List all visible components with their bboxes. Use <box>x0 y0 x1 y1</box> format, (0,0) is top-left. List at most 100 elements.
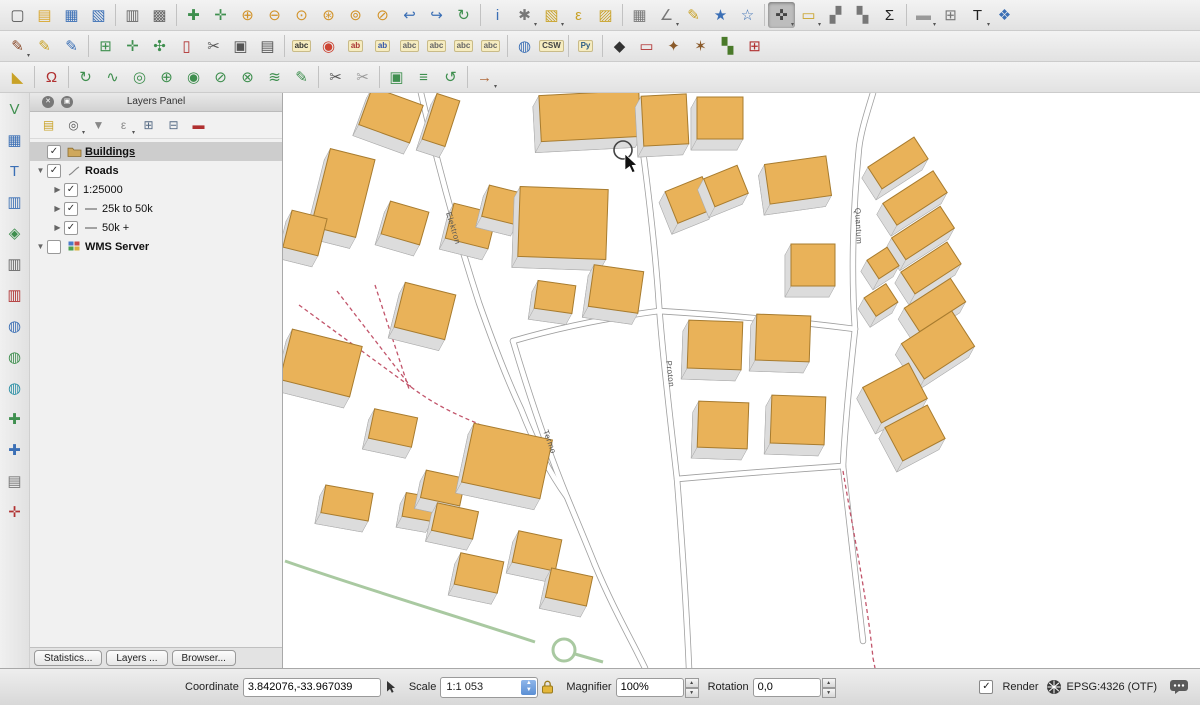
add-raster-grid-icon[interactable]: ⊞ <box>741 33 768 59</box>
simplify-feature-icon[interactable]: ∿ <box>99 64 126 90</box>
add-oracle-layer-icon[interactable]: ▥ <box>2 283 28 307</box>
deselect-all-icon[interactable]: ▨ <box>592 2 619 28</box>
csw-catalog-icon[interactable]: CSW <box>538 33 565 59</box>
expand-arrow-icon[interactable]: ▼ <box>34 242 47 251</box>
collapse-all-icon[interactable]: ⊟ <box>161 114 186 136</box>
reshape-features-icon[interactable]: ✎ <box>288 64 315 90</box>
merge-attributes-icon[interactable]: ≡ <box>410 64 437 90</box>
expand-arrow-icon[interactable]: ▼ <box>34 166 47 175</box>
crs-label[interactable]: EPSG:4326 (OTF) <box>1067 681 1157 693</box>
coordinate-input[interactable] <box>243 678 381 697</box>
zoom-out-icon[interactable]: ⊖ <box>261 2 288 28</box>
add-wcs-layer-icon[interactable]: ◍ <box>2 345 28 369</box>
new-bookmark-icon[interactable]: ★ <box>707 2 734 28</box>
layer-item-wms-server[interactable]: ▼WMS Server <box>30 237 282 256</box>
rotate-point-symbols-icon[interactable]: ↺ <box>437 64 464 90</box>
layer-item-25k-to-50k[interactable]: ▶✓25k to 50k <box>30 199 282 218</box>
delete-part-icon[interactable]: ⊗ <box>234 64 261 90</box>
snapping-options-icon[interactable]: Ω <box>38 64 65 90</box>
annotation-icon[interactable]: ▭▾ <box>795 2 822 28</box>
cut-features-icon[interactable]: ✂ <box>200 33 227 59</box>
magnifier-spinbox[interactable]: ▲▼ <box>616 678 699 697</box>
metasearch-globe-icon[interactable]: ◍ <box>511 33 538 59</box>
open-attribute-table-icon[interactable]: ▦ <box>626 2 653 28</box>
delete-ring-icon[interactable]: ⊘ <box>207 64 234 90</box>
scale-combobox[interactable]: 1:1 053 ▲▼ <box>440 677 538 698</box>
add-wfs-layer-icon[interactable]: ◍ <box>2 376 28 400</box>
fill-ring-icon[interactable]: ◉ <box>180 64 207 90</box>
layer-checkbox[interactable]: ✓ <box>64 183 78 197</box>
refresh-map-icon[interactable]: ↻ <box>450 2 477 28</box>
label-toolbar-extra-icon[interactable]: abc <box>477 33 504 59</box>
zoom-last-icon[interactable]: ↩ <box>396 2 423 28</box>
combo-arrows-icon[interactable]: ▲▼ <box>521 680 536 695</box>
add-mssql-layer-icon[interactable]: ▥ <box>2 252 28 276</box>
rotation-spinbox[interactable]: ▲▼ <box>753 678 836 697</box>
layer-checkbox[interactable]: ✓ <box>64 202 78 216</box>
layer-item-1-25000[interactable]: ▶✓1:25000 <box>30 180 282 199</box>
add-virtual-layer-icon[interactable]: ▤ <box>2 469 28 493</box>
grid-toolbar-icon[interactable]: ⊞ <box>937 2 964 28</box>
add-ring-icon[interactable]: ◎ <box>126 64 153 90</box>
label-show-hide-icon[interactable]: ab <box>369 33 396 59</box>
offset-curve-icon[interactable]: ≋ <box>261 64 288 90</box>
raster-tool-icon[interactable]: ▚ <box>714 33 741 59</box>
expand-arrow-icon[interactable]: ▶ <box>51 223 64 232</box>
new-project-icon[interactable]: ▢ <box>4 2 31 28</box>
touch-zoom-pan-icon[interactable]: ✜▾ <box>768 2 795 28</box>
add-part-icon[interactable]: ⊕ <box>153 64 180 90</box>
enable-advanced-digitizing-icon[interactable]: ◣ <box>4 64 31 90</box>
split-parts-icon[interactable]: ✂ <box>349 64 376 90</box>
scale-lock-icon[interactable] <box>541 680 554 694</box>
identify-features-icon[interactable]: i <box>484 2 511 28</box>
add-spatialite-layer-icon[interactable]: ◈ <box>2 221 28 245</box>
delete-selected-icon[interactable]: ▯ <box>173 33 200 59</box>
python-console-icon[interactable]: Py <box>572 33 599 59</box>
rotation-input[interactable] <box>753 678 821 697</box>
zoom-to-layer-icon[interactable]: ⊘ <box>369 2 396 28</box>
log-messages-icon[interactable] <box>1169 679 1189 695</box>
open-project-icon[interactable]: ▤ <box>31 2 58 28</box>
rotation-steppers[interactable]: ▲▼ <box>822 678 836 697</box>
layer-item-50k[interactable]: ▶✓50k + <box>30 218 282 237</box>
label-change-properties-icon[interactable]: abc <box>450 33 477 59</box>
magic-wand-icon[interactable]: ✶ <box>687 33 714 59</box>
paste-features-icon[interactable]: ▤ <box>254 33 281 59</box>
map-tips-icon[interactable]: ✎ <box>680 2 707 28</box>
dropdown-arrow-icon[interactable]: ▾ <box>676 21 679 28</box>
dropdown-arrow-icon[interactable]: ▾ <box>132 129 135 136</box>
labeling-icon[interactable]: abc <box>288 33 315 59</box>
filter-by-expression-icon[interactable]: ε▾ <box>111 114 136 136</box>
dropdown-arrow-icon[interactable]: ▾ <box>534 21 537 28</box>
dropdown-arrow-icon[interactable]: ▾ <box>82 129 85 136</box>
dropdown-arrow-icon[interactable]: ▾ <box>561 21 564 28</box>
layer-styling-icon[interactable]: ◉ <box>315 33 342 59</box>
save-project-as-icon[interactable]: ▧ <box>85 2 112 28</box>
dropdown-arrow-icon[interactable]: ▾ <box>791 21 794 28</box>
filter-legend-icon[interactable]: ▼ <box>86 114 111 136</box>
manage-visibility-icon[interactable]: ◎▾ <box>61 114 86 136</box>
map-canvas[interactable]: ElektronQuantumProtonTermo <box>283 93 1200 668</box>
measure-ruler-icon[interactable]: ▬▾ <box>910 2 937 28</box>
layer-item-buildings[interactable]: ✓Buildings <box>30 142 282 161</box>
move-feature-icon[interactable]: ✛ <box>119 33 146 59</box>
add-feature-icon[interactable]: ⊞ <box>92 33 119 59</box>
layer-checkbox[interactable]: ✓ <box>47 164 61 178</box>
dropdown-arrow-icon[interactable]: ▾ <box>494 83 497 90</box>
add-wms-layer-icon[interactable]: ◍ <box>2 314 28 338</box>
select-features-icon[interactable]: ▧▾ <box>538 2 565 28</box>
panel-tab-layers[interactable]: Layers ... <box>106 650 167 666</box>
rotate-feature-icon[interactable]: ↻ <box>72 64 99 90</box>
magnifier-steppers[interactable]: ▲▼ <box>685 678 699 697</box>
layer-checkbox[interactable]: ✓ <box>47 145 61 159</box>
render-checkbox[interactable]: ✓ <box>979 680 993 694</box>
node-tool-icon[interactable]: ✣ <box>146 33 173 59</box>
pan-to-selection-icon[interactable]: ✛ <box>207 2 234 28</box>
zoom-full-icon[interactable]: ⊛ <box>315 2 342 28</box>
add-vector-layer-icon[interactable]: V <box>2 97 28 121</box>
decorations-icon[interactable]: ▞ <box>822 2 849 28</box>
dropdown-arrow-icon[interactable]: ▾ <box>933 21 936 28</box>
measure-icon[interactable]: ∠▾ <box>653 2 680 28</box>
layer-checkbox[interactable]: ✓ <box>64 221 78 235</box>
magnifier-input[interactable] <box>616 678 684 697</box>
